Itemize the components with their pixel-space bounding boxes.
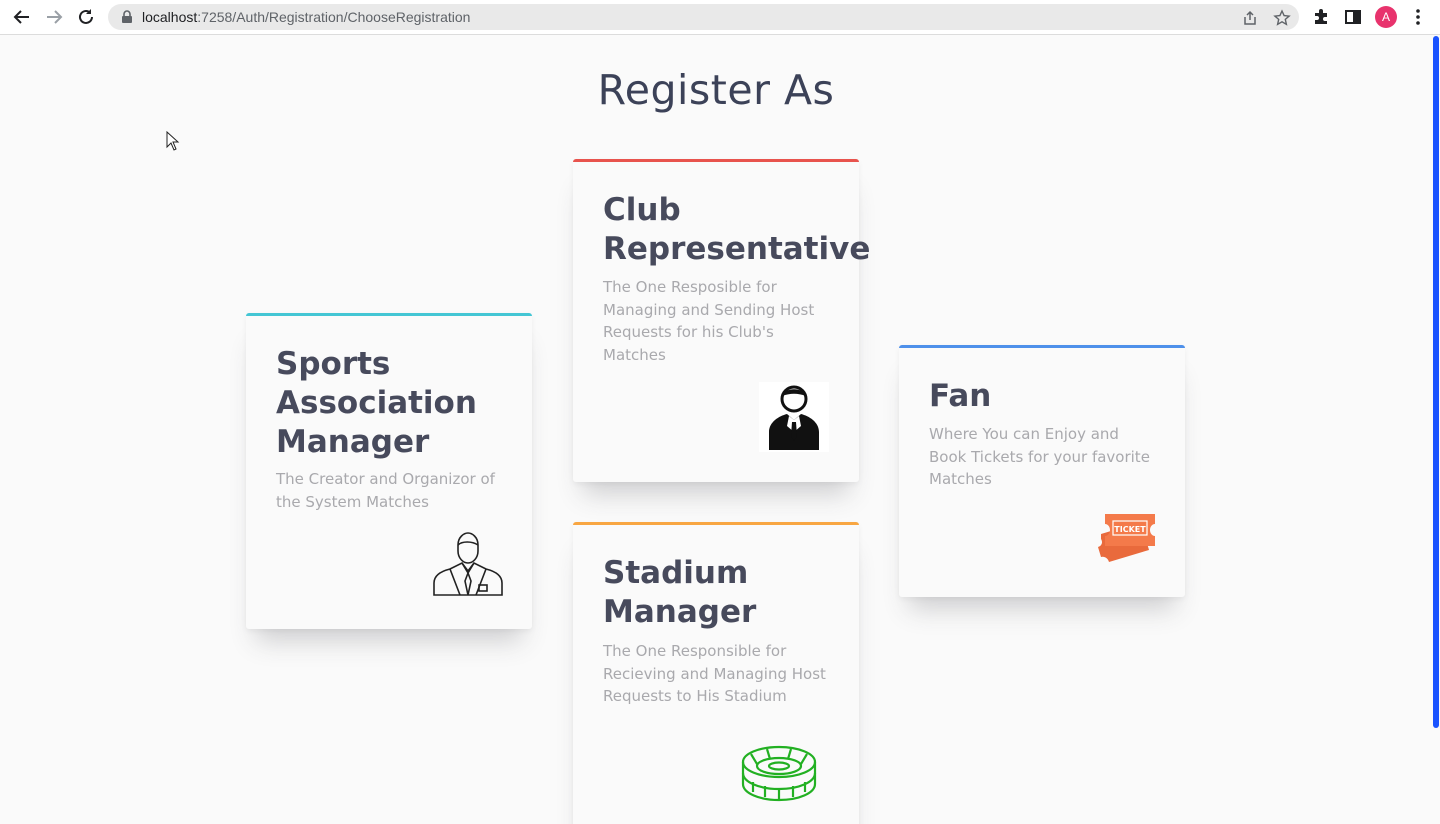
bookmark-star-icon[interactable]: [1273, 9, 1291, 27]
card-title: Stadium Manager: [603, 555, 757, 630]
page-scrollbar[interactable]: [1432, 36, 1440, 824]
arrow-left-icon: [13, 10, 29, 24]
kebab-menu-icon: [1416, 9, 1420, 25]
reload-icon: [79, 9, 93, 24]
puzzle-icon: [1315, 9, 1327, 24]
page-title: Register As: [597, 66, 835, 114]
share-icon[interactable]: [1241, 9, 1259, 27]
card-title: Sports Association Manager: [276, 346, 477, 460]
ticket-icon: TICKET: [1098, 514, 1155, 562]
menu-button[interactable]: [1407, 6, 1429, 28]
extensions-button[interactable]: [1310, 6, 1332, 28]
profile-avatar[interactable]: A: [1375, 6, 1397, 28]
card-fan[interactable]: Fan Where You can Enjoy and Book Tickets…: [899, 345, 1185, 597]
card-description: The One Resposible for Managing and Send…: [603, 278, 815, 364]
url-text: localhost:7258/Auth/Registration/ChooseR…: [142, 9, 471, 25]
card-title: Club Representative: [603, 192, 871, 267]
card-description: The One Responsible for Recieving and Ma…: [603, 642, 826, 705]
mouse-cursor-icon: [166, 131, 180, 151]
address-bar[interactable]: localhost:7258/Auth/Registration/ChooseR…: [108, 4, 1299, 30]
card-description: Where You can Enjoy and Book Tickets for…: [929, 425, 1150, 488]
card-description: The Creator and Organizor of the System …: [276, 470, 495, 511]
reload-button[interactable]: [74, 5, 98, 29]
lock-icon: [122, 10, 132, 23]
back-button[interactable]: [10, 5, 34, 29]
side-panel-icon: [1345, 10, 1361, 24]
card-club-representative[interactable]: Club Representative The One Resposible f…: [573, 159, 870, 482]
stadium-icon: [741, 745, 817, 802]
browser-toolbar: localhost:7258/Auth/Registration/ChooseR…: [0, 0, 1440, 35]
side-panel-button[interactable]: [1342, 6, 1364, 28]
forward-button[interactable]: [42, 5, 66, 29]
businessman-outline-icon: [433, 532, 503, 596]
arrow-right-icon: [47, 10, 63, 24]
scrollbar-thumb[interactable]: [1433, 36, 1439, 728]
card-sports-association-manager[interactable]: Sports Association Manager The Creator a…: [246, 313, 532, 629]
card-stadium-manager[interactable]: Stadium Manager The One Responsible for …: [573, 522, 859, 824]
representative-silhouette-icon: [759, 382, 829, 452]
card-title: Fan: [929, 378, 992, 414]
svg-text:TICKET: TICKET: [1114, 525, 1146, 534]
